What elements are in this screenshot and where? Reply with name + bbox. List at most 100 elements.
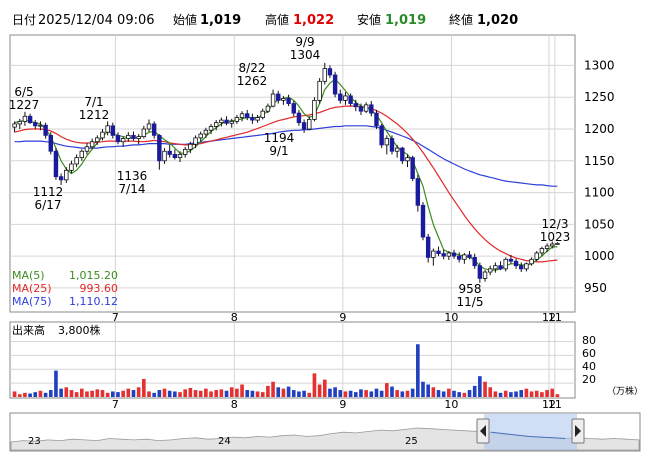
volume-bar	[550, 388, 555, 397]
candle-body	[482, 271, 488, 279]
annotation-value: 1304	[290, 48, 321, 62]
volume-bar	[519, 390, 524, 397]
volume-bar	[260, 392, 265, 397]
navigator-handle-left[interactable]	[476, 418, 490, 444]
candle-body	[182, 148, 188, 155]
volume-bar	[79, 388, 84, 397]
volume-bar	[447, 388, 451, 397]
candle-body	[208, 126, 214, 131]
volume-bar	[498, 392, 503, 397]
navigator-handle-right[interactable]	[571, 418, 585, 444]
volume-bar	[38, 390, 43, 397]
candle-body	[456, 255, 462, 260]
candle-body	[239, 113, 245, 118]
candle	[379, 123, 384, 149]
candle-body	[69, 163, 74, 171]
volume-bar	[545, 390, 549, 397]
volume-bar	[395, 390, 399, 397]
volume-bar	[436, 390, 441, 397]
candle-body	[126, 134, 131, 139]
candle	[312, 97, 317, 122]
low-value: 1,019	[385, 13, 426, 28]
candle-body	[519, 265, 524, 270]
ma25-value: 993.60	[80, 282, 119, 295]
candle-body	[462, 254, 467, 260]
candle-body	[296, 112, 302, 124]
volume-unit: （万株）	[607, 385, 643, 397]
candle-body	[224, 119, 229, 124]
volume-bar	[457, 392, 461, 397]
candle-body	[338, 93, 343, 101]
candle	[534, 251, 539, 262]
annotation-date: 8/22	[239, 61, 266, 75]
candle-body	[431, 250, 436, 258]
candle-body	[105, 125, 110, 133]
candle-body	[229, 120, 234, 124]
volume-bar	[17, 394, 22, 397]
candle-body	[384, 138, 390, 146]
volume-bar	[534, 390, 539, 397]
candle-body	[550, 243, 555, 247]
candle-body	[110, 125, 116, 136]
candle-body	[213, 122, 219, 127]
annotation-date: 7/1	[84, 95, 103, 109]
date-value: 2025/12/04 09:06	[38, 13, 155, 28]
volume-bar	[374, 388, 379, 397]
candle-body	[353, 103, 359, 108]
volume-bar	[343, 391, 348, 397]
annotation-value: 1212	[79, 108, 110, 122]
y-tick-label: 950	[584, 281, 607, 295]
candle-body	[151, 123, 157, 136]
navigator-selection[interactable]	[484, 414, 577, 450]
candle-body	[415, 178, 421, 206]
volume-bar	[116, 392, 120, 397]
candle-body	[389, 138, 395, 152]
volume-bar	[400, 391, 405, 397]
candle-body	[270, 93, 276, 107]
volume-bar	[322, 379, 327, 397]
volume-bar	[503, 390, 508, 397]
volume-bar	[493, 391, 498, 397]
candle-body	[58, 176, 64, 181]
volume-bar	[431, 387, 436, 397]
vol-x-tick-label: 9	[339, 398, 346, 411]
candle-body	[374, 112, 379, 127]
vol-tick-20: 20	[582, 373, 596, 386]
candle-body	[12, 123, 17, 128]
stock-chart: 日付 2025/12/04 09:06 始値 1,019 高値 1,022 安値…	[9, 12, 643, 452]
candle-body	[436, 250, 441, 255]
candle	[317, 78, 322, 104]
volume-bar	[64, 387, 69, 397]
candle-body	[146, 123, 152, 130]
volume-bar	[229, 387, 234, 397]
candle-body	[74, 157, 79, 165]
candle-body	[327, 68, 333, 76]
candle-body	[172, 154, 178, 159]
candle-body	[84, 146, 90, 152]
candle-body	[89, 141, 95, 148]
candle-body	[405, 157, 410, 162]
nav-year-24: 24	[218, 436, 231, 447]
candle-body	[193, 137, 198, 145]
volume-bar	[348, 390, 353, 397]
candle-body	[250, 117, 255, 121]
candle-body	[141, 128, 147, 138]
annotation-date: 9/1	[269, 144, 288, 158]
candle-body	[115, 134, 121, 143]
candle-body	[301, 122, 307, 130]
annotation-value: 1194	[264, 131, 295, 145]
candle-body	[203, 129, 209, 135]
volume-y-axis: 80 60 40 20	[582, 334, 596, 386]
candle-body	[53, 150, 59, 178]
volume-bar	[48, 390, 53, 397]
volume-bar	[131, 390, 136, 397]
candle-body	[276, 93, 281, 101]
volume-bar	[472, 385, 477, 397]
candle-body	[503, 258, 508, 270]
candle-body	[539, 248, 545, 254]
candle-body	[64, 169, 69, 181]
volume-bar	[193, 390, 198, 397]
candle-body	[100, 131, 105, 139]
candle-body	[544, 245, 550, 249]
annotation-date: 12/3	[542, 217, 569, 231]
